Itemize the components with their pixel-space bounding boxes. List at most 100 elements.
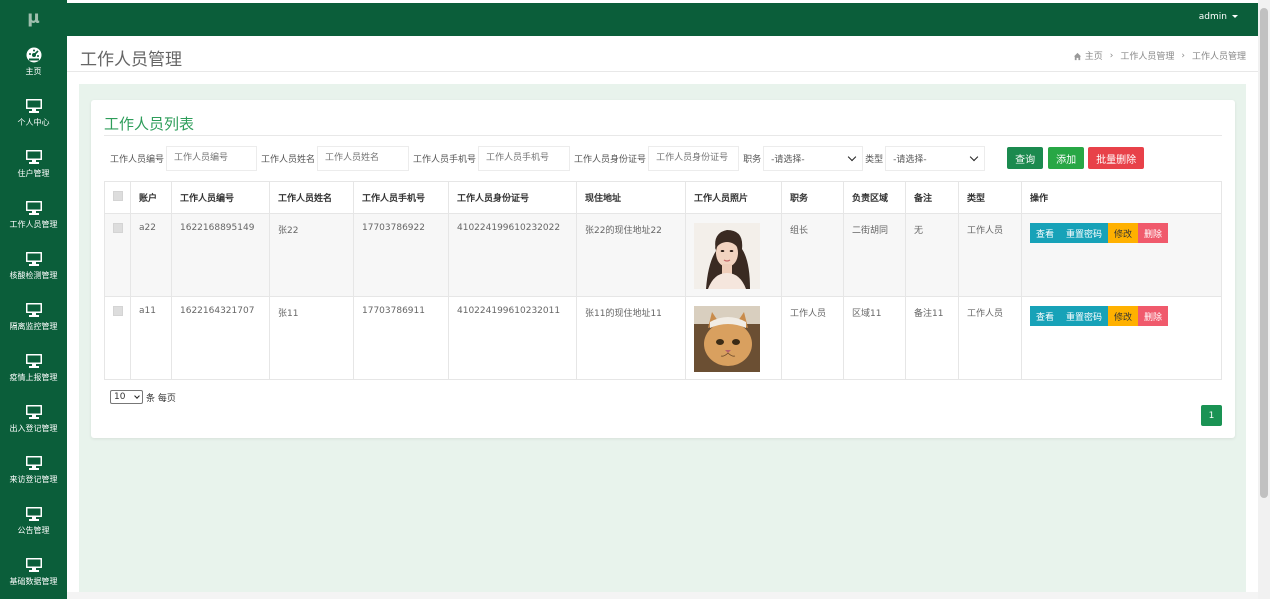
search-label: 工作人员编号: [110, 154, 165, 165]
staff-table: 账户 工作人员编号 工作人员姓名 工作人员手机号 工作人员身份证号 现住地址 工…: [104, 181, 1222, 380]
sidebar-item-6[interactable]: 疫情上报管理: [0, 342, 67, 393]
per-page-label: 条 每页: [146, 393, 176, 404]
remark-cell: 备注11: [905, 296, 959, 380]
home-icon: [1073, 52, 1081, 61]
sidebar-item-0[interactable]: 主页: [0, 36, 67, 87]
chevron-down-icon: [134, 393, 140, 399]
add-button[interactable]: 添加: [1048, 147, 1085, 169]
position-cell: 组长: [781, 213, 844, 297]
sidebar-item-1[interactable]: 个人中心: [0, 87, 67, 138]
type-cell: 工作人员: [958, 296, 1022, 380]
sidebar-item-3[interactable]: 工作人员管理: [0, 189, 67, 240]
number-cell: 1622168895149: [171, 213, 270, 297]
chevron-down-icon: [969, 152, 979, 161]
table-row: a11 1622164321707 张11 17703786911 410224…: [104, 296, 1222, 380]
staff-name-input[interactable]: [317, 145, 410, 171]
idcard-cell: 410224199610232011: [448, 296, 577, 380]
monitor-icon: [25, 200, 43, 216]
staff-list-card: 工作人员列表 工作人员编号 工作人员姓名 工作人员手机号 工作人员身份证号 职务…: [91, 100, 1235, 438]
column-header: 备注: [905, 181, 959, 214]
staff-photo-cat: [694, 306, 760, 372]
sidebar-item-7[interactable]: 出入登记管理: [0, 393, 67, 444]
address-cell: 张22的现住地址22: [576, 213, 686, 297]
table-row: a22 1622168895149 张22 17703786922 410224…: [104, 213, 1222, 297]
position-cell: 工作人员: [781, 296, 844, 380]
sidebar-item-5[interactable]: 隔离监控管理: [0, 291, 67, 342]
edit-button[interactable]: 修改: [1108, 306, 1139, 326]
number-cell: 1622164321707: [171, 296, 270, 380]
ops-cell: 查看 重置密码 修改 删除: [1021, 296, 1222, 380]
row-checkbox[interactable]: [113, 306, 123, 316]
row-checkbox[interactable]: [113, 223, 123, 233]
query-button[interactable]: 查询: [1007, 147, 1044, 169]
delete-button[interactable]: 删除: [1138, 223, 1169, 243]
account-cell: a11: [130, 296, 172, 380]
type-select[interactable]: -请选择-: [885, 145, 986, 171]
breadcrumb-item[interactable]: 工作人员管理: [1120, 49, 1174, 62]
staff-idcard-input[interactable]: [648, 145, 740, 171]
sidebar-item-10[interactable]: 基础数据管理: [0, 546, 67, 597]
sidebar-item-label: 工作人员管理: [9, 219, 58, 229]
monitor-icon: [25, 557, 43, 573]
search-bar: 工作人员编号 工作人员姓名 工作人员手机号 工作人员身份证号 职务 -请选择- …: [110, 145, 1145, 171]
reset-password-button[interactable]: 重置密码: [1060, 306, 1109, 326]
ops-cell: 查看 重置密码 修改 删除: [1021, 213, 1222, 297]
area-cell: 二街胡同: [843, 213, 906, 297]
monitor-icon: [25, 455, 43, 471]
sidebar-item-8[interactable]: 来访登记管理: [0, 444, 67, 495]
sidebar-item-4[interactable]: 核酸检测管理: [0, 240, 67, 291]
caret-down-icon: [1232, 15, 1238, 18]
reset-password-button[interactable]: 重置密码: [1060, 223, 1109, 243]
chevron-right-icon: ›: [1181, 50, 1185, 61]
view-button[interactable]: 查看: [1030, 223, 1061, 243]
user-name: admin: [1198, 12, 1227, 22]
sidebar-item-label: 来访登记管理: [9, 474, 58, 484]
sidebar-item-label: 出入登记管理: [9, 423, 58, 433]
dashboard-icon: [25, 47, 43, 63]
sidebar-item-label: 公告管理: [17, 525, 50, 535]
select-all-cell[interactable]: [104, 181, 131, 214]
sidebar-item-9[interactable]: 公告管理: [0, 495, 67, 546]
scrollbar-thumb[interactable]: [1260, 8, 1268, 498]
scrollbar[interactable]: [1258, 0, 1270, 599]
monitor-icon: [25, 251, 43, 267]
page-size-select[interactable]: 10: [110, 390, 143, 404]
select-all-checkbox[interactable]: [113, 191, 123, 201]
page-1-button[interactable]: 1: [1201, 405, 1222, 426]
column-header: 工作人员身份证号: [448, 181, 577, 214]
staff-number-input[interactable]: [166, 145, 258, 171]
staff-photo-woman: [694, 223, 760, 289]
page-title: 工作人员管理: [80, 50, 182, 70]
monitor-icon: [25, 98, 43, 114]
chevron-right-icon: ›: [1109, 50, 1114, 61]
card-title: 工作人员列表: [104, 115, 195, 133]
admin-user-menu[interactable]: admin: [1199, 12, 1238, 22]
edit-button[interactable]: 修改: [1108, 223, 1139, 243]
phone-cell: 17703786922: [353, 213, 449, 297]
column-header: 工作人员姓名: [269, 181, 354, 214]
sidebar-item-label: 主页: [25, 66, 42, 76]
column-header: 工作人员照片: [685, 181, 782, 214]
sidebar-item-label: 疫情上报管理: [9, 372, 58, 382]
remark-cell: 无: [905, 213, 959, 297]
name-cell: 张11: [269, 296, 354, 380]
staff-phone-input[interactable]: [478, 145, 571, 171]
breadcrumb-home[interactable]: 主页: [1073, 49, 1103, 62]
area-cell: 区域11: [843, 296, 906, 380]
delete-button[interactable]: 删除: [1138, 306, 1169, 326]
view-button[interactable]: 查看: [1030, 306, 1061, 326]
sidebar-item-2[interactable]: 住户管理: [0, 138, 67, 189]
search-label: 工作人员手机号: [413, 154, 477, 165]
position-select[interactable]: -请选择-: [763, 145, 864, 171]
sidebar-item-label: 隔离监控管理: [9, 321, 58, 331]
monitor-icon: [25, 149, 43, 165]
sidebar-item-label: 基础数据管理: [9, 576, 58, 586]
batch-delete-button[interactable]: 批量删除: [1088, 147, 1145, 169]
column-header: 账户: [130, 181, 172, 214]
sidebar-item-label: 个人中心: [17, 117, 50, 127]
position-label: 职务: [743, 154, 762, 165]
column-header: 负责区域: [843, 181, 906, 214]
account-cell: a22: [130, 213, 172, 297]
monitor-icon: [25, 506, 43, 522]
column-header: 工作人员编号: [171, 181, 270, 214]
